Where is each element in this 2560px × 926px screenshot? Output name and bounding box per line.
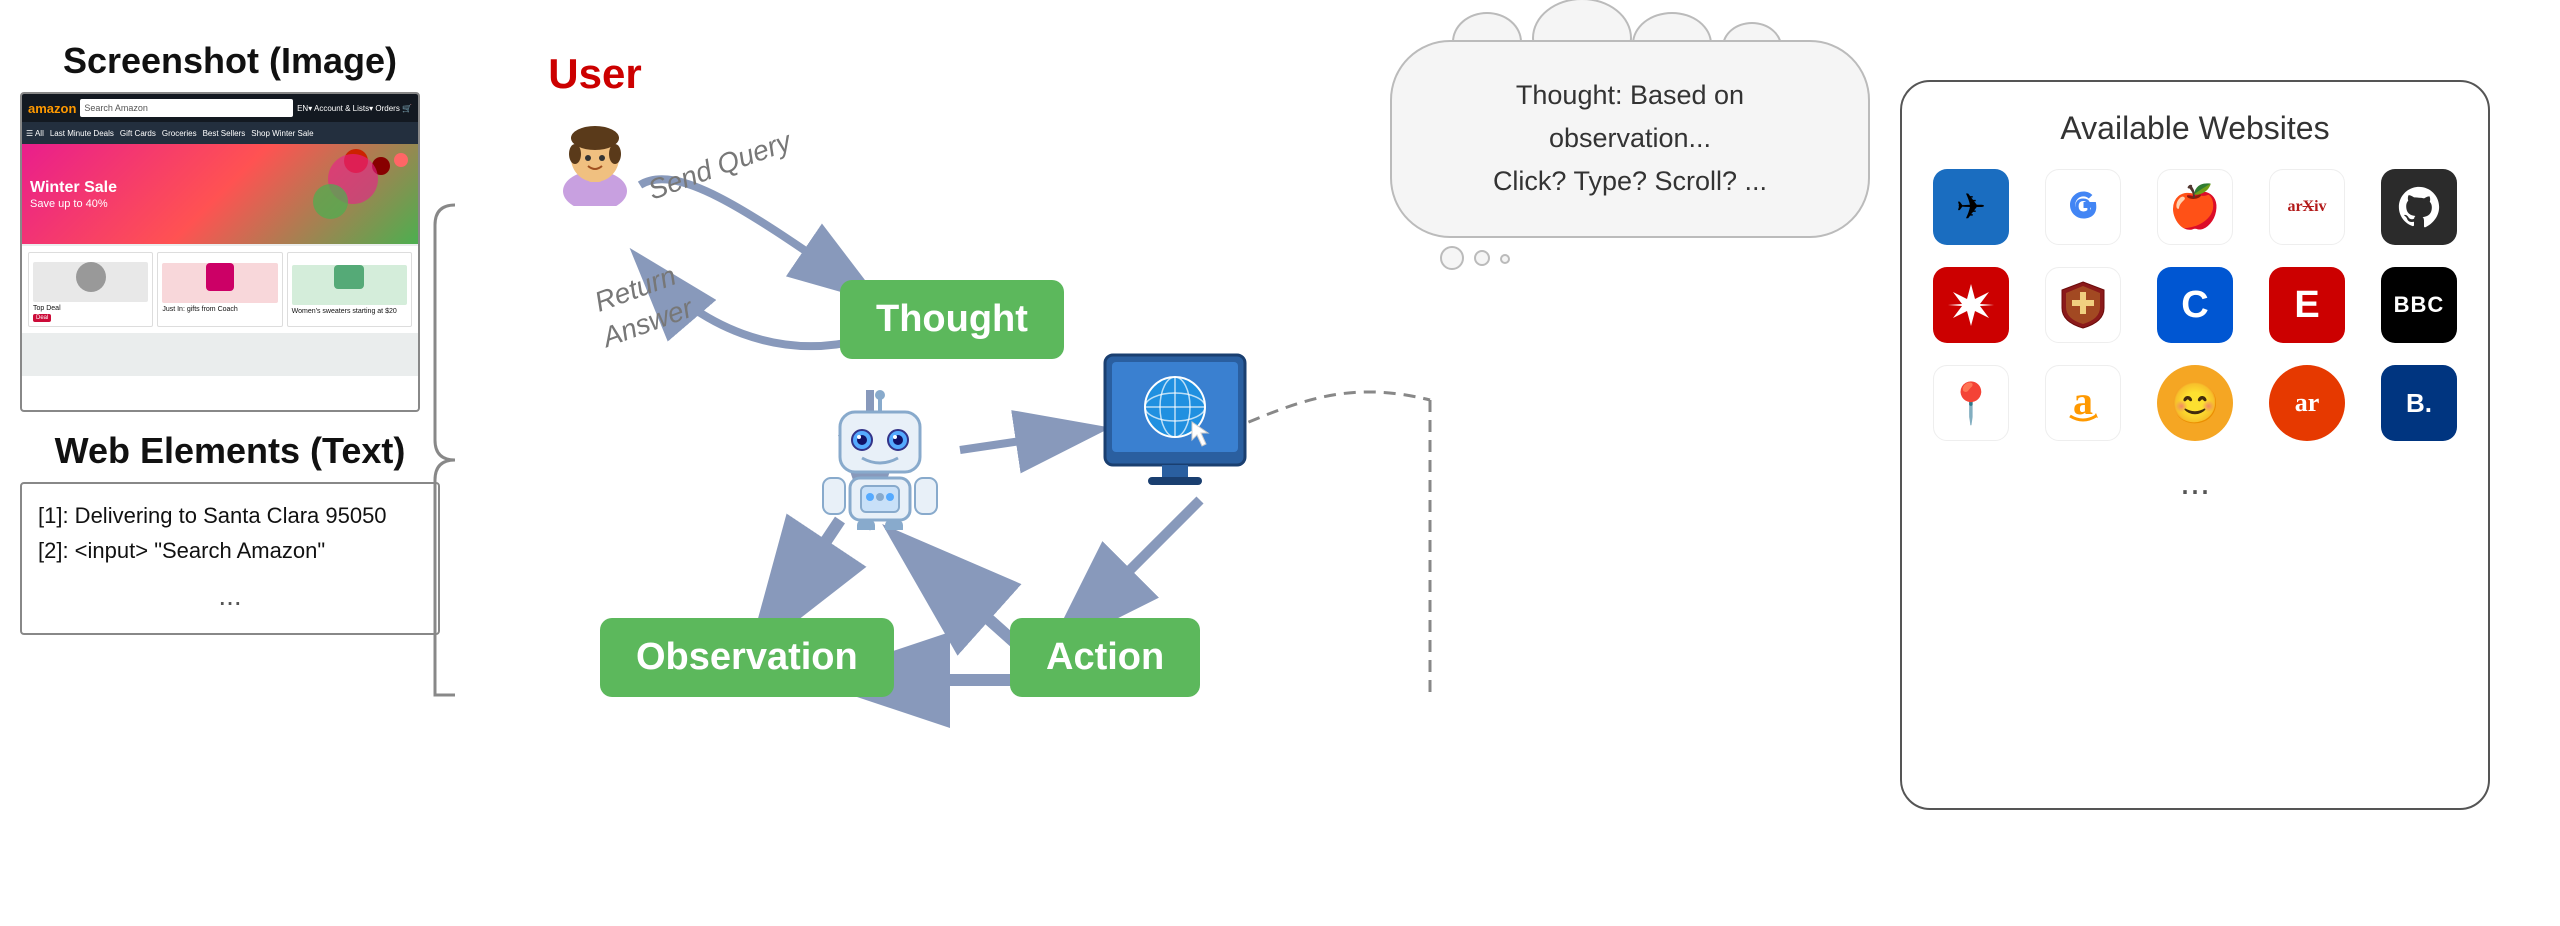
coursera-icon: C xyxy=(2157,267,2233,343)
svg-text:a: a xyxy=(2073,378,2093,423)
monitor-svg xyxy=(1100,350,1270,530)
websites-panel: Available Websites ✈ G 🍎 arXiv xyxy=(1900,80,2490,810)
trail-dot-2 xyxy=(1474,250,1490,266)
robot-svg xyxy=(815,390,945,530)
monitor-section xyxy=(1100,350,1270,535)
thought-cloud: Thought: Based on observation... Click? … xyxy=(1390,40,1870,270)
espn-icon: E xyxy=(2269,267,2345,343)
observation-box: Observation xyxy=(600,618,894,697)
flight-icon: ✈ xyxy=(1933,169,2009,245)
google-icon: G xyxy=(2045,169,2121,245)
trail-dot-3 xyxy=(1500,254,1510,264)
allrecipes-icon: ar xyxy=(2269,365,2345,441)
maps-icon: 📍 xyxy=(1933,365,2009,441)
user-label: User xyxy=(548,50,641,98)
arxiv-icon: arXiv xyxy=(2269,169,2345,245)
github-icon xyxy=(2381,169,2457,245)
thought-line1: Thought: Based on observation... xyxy=(1432,74,1828,160)
robot-section xyxy=(815,390,945,535)
apple-icon: 🍎 xyxy=(2157,169,2233,245)
booking-icon: B. xyxy=(2381,365,2457,441)
bbc-icon: BBC xyxy=(2381,267,2457,343)
user-avatar xyxy=(545,106,645,206)
thought-cloud-bubble: Thought: Based on observation... Click? … xyxy=(1390,40,1870,238)
user-section: User xyxy=(545,50,645,206)
cloud-trail xyxy=(1390,246,1870,270)
thought-cloud-section: Thought: Based on observation... Click? … xyxy=(1390,40,1870,270)
thought-line2: Click? Type? Scroll? ... xyxy=(1432,160,1828,203)
openfarm-icon: 😊 xyxy=(2157,365,2233,441)
wolfram-icon xyxy=(1933,267,2009,343)
svg-text:G: G xyxy=(2074,194,2091,219)
action-box: Action xyxy=(1010,618,1200,697)
websites-grid: ✈ G 🍎 arXiv xyxy=(1926,169,2464,441)
thought-box: Thought xyxy=(840,280,1064,359)
trail-dot-1 xyxy=(1440,246,1464,270)
websites-dots: ... xyxy=(1926,461,2464,503)
websites-title: Available Websites xyxy=(1926,110,2464,147)
amazon-logo-icon: a xyxy=(2045,365,2121,441)
cambridge-icon xyxy=(2045,267,2121,343)
